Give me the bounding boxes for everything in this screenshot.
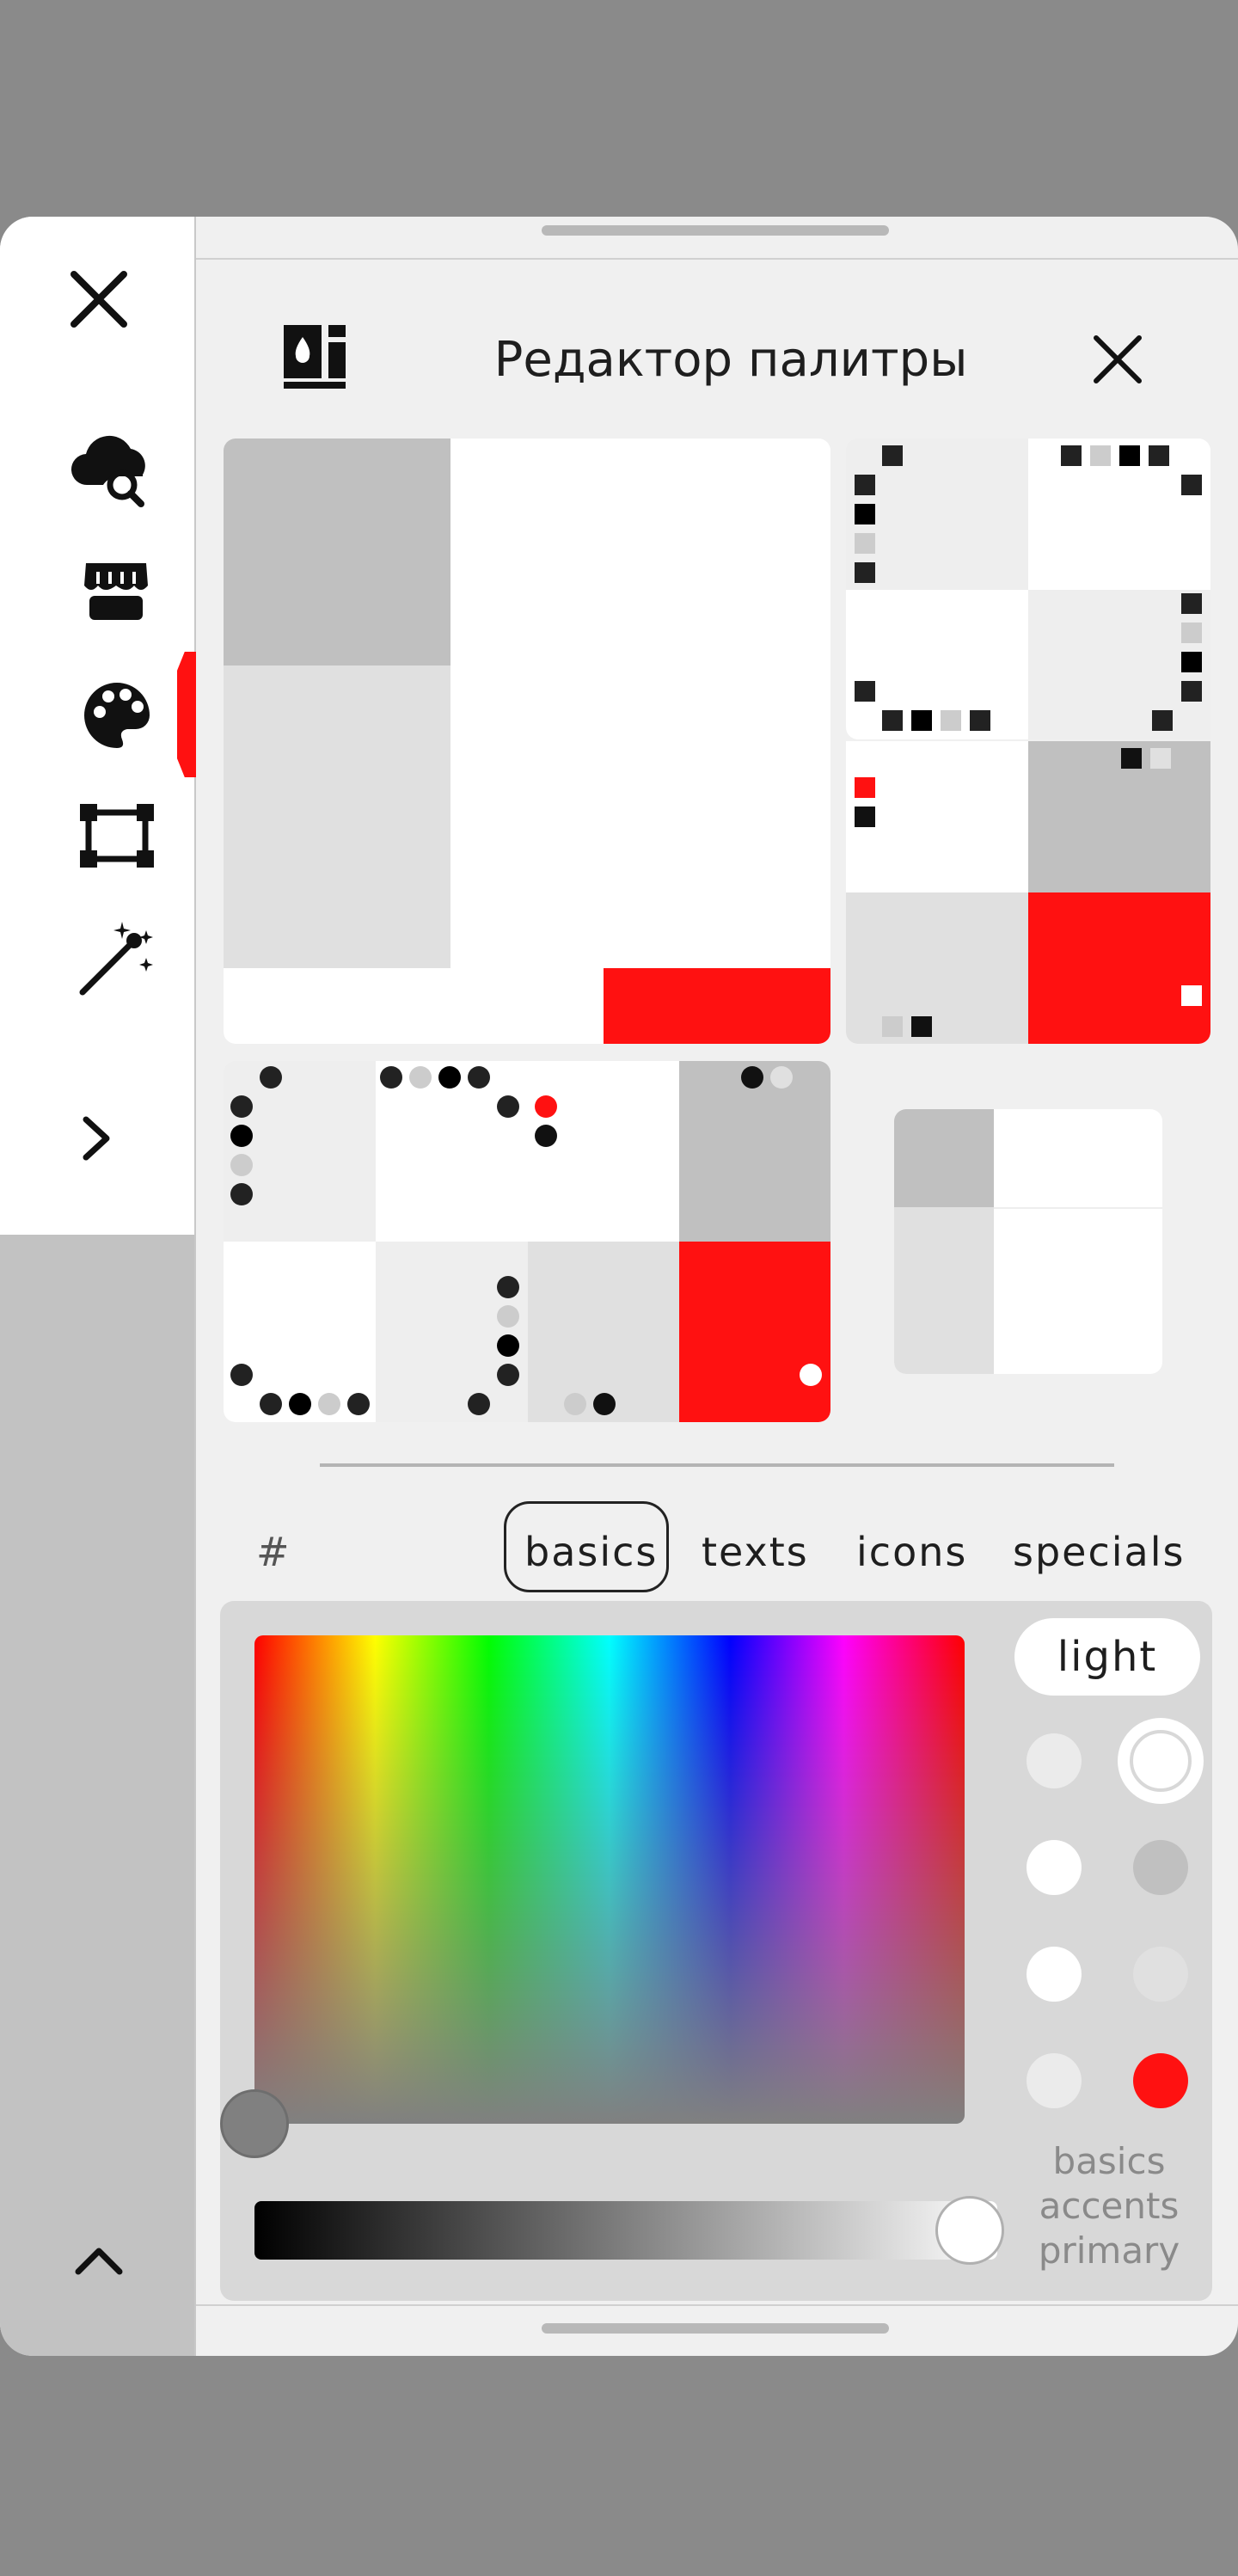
hue-saturation-field[interactable] [254,1635,965,2124]
close-editor-icon[interactable] [1085,327,1150,392]
palette-preview-large[interactable] [224,439,830,1044]
legend-primary: primary [1038,2229,1180,2272]
sidebar-lower [0,1235,194,2356]
lightness-slider[interactable] [254,2201,997,2260]
chevron-right-icon[interactable] [69,1109,124,1168]
bottom-drag-handle[interactable] [542,2323,889,2334]
swatch-legend: basics accents primary [1014,2139,1204,2273]
chevron-up-icon[interactable] [69,2237,129,2285]
cloud-search-icon[interactable] [69,430,155,507]
palette-preview-icons[interactable] [224,1061,528,1422]
transform-icon[interactable] [76,800,158,872]
palette-icon[interactable] [76,674,158,757]
mode-toggle[interactable]: light [1014,1618,1200,1696]
legend-basics: basics [1052,2140,1166,2182]
tab-texts[interactable]: texts [702,1532,809,1572]
legend-accents: accents [1039,2185,1180,2227]
swatch-basics-3[interactable] [1027,1840,1082,1895]
page-title: Редактор палитры [493,332,968,388]
palette-preview-small[interactable] [894,1109,1162,1374]
sidebar-divider [194,217,196,2356]
swatch-selected-ring[interactable] [1118,1718,1204,1804]
swatch-accents-2[interactable] [1133,1947,1188,2002]
tab-icons[interactable]: icons [856,1532,967,1572]
swatch-primary-2[interactable] [1133,2053,1188,2108]
palette-preview-accents[interactable] [846,741,1210,1044]
swatch-basics-light [224,665,450,968]
swatch-accent [604,968,830,1044]
palette-theme-icon[interactable] [280,320,349,392]
swatch-basics-1[interactable] [1027,1733,1082,1788]
palette-preview-texts[interactable] [846,439,1210,739]
swatch-basics-dark [224,439,450,665]
hex-input-button[interactable]: # [256,1532,291,1572]
bottom-divider [196,2304,1238,2306]
tab-specials[interactable]: specials [1013,1532,1185,1572]
top-drag-handle[interactable] [542,225,889,236]
palette-preview-specials[interactable] [528,1061,830,1422]
top-divider [196,258,1238,260]
tab-basics[interactable]: basics [524,1532,658,1572]
section-separator [320,1463,1114,1467]
swatch-primary-1[interactable] [1027,2053,1082,2108]
swatch-basics-4[interactable] [1133,1840,1188,1895]
magic-wand-icon[interactable] [76,917,158,999]
lightness-slider-thumb[interactable] [935,2196,1004,2265]
color-cursor[interactable] [220,2089,289,2158]
active-indicator [177,652,196,777]
close-icon[interactable] [60,265,138,334]
swatch-accents-1[interactable] [1027,1947,1082,2002]
store-icon[interactable] [77,550,155,628]
